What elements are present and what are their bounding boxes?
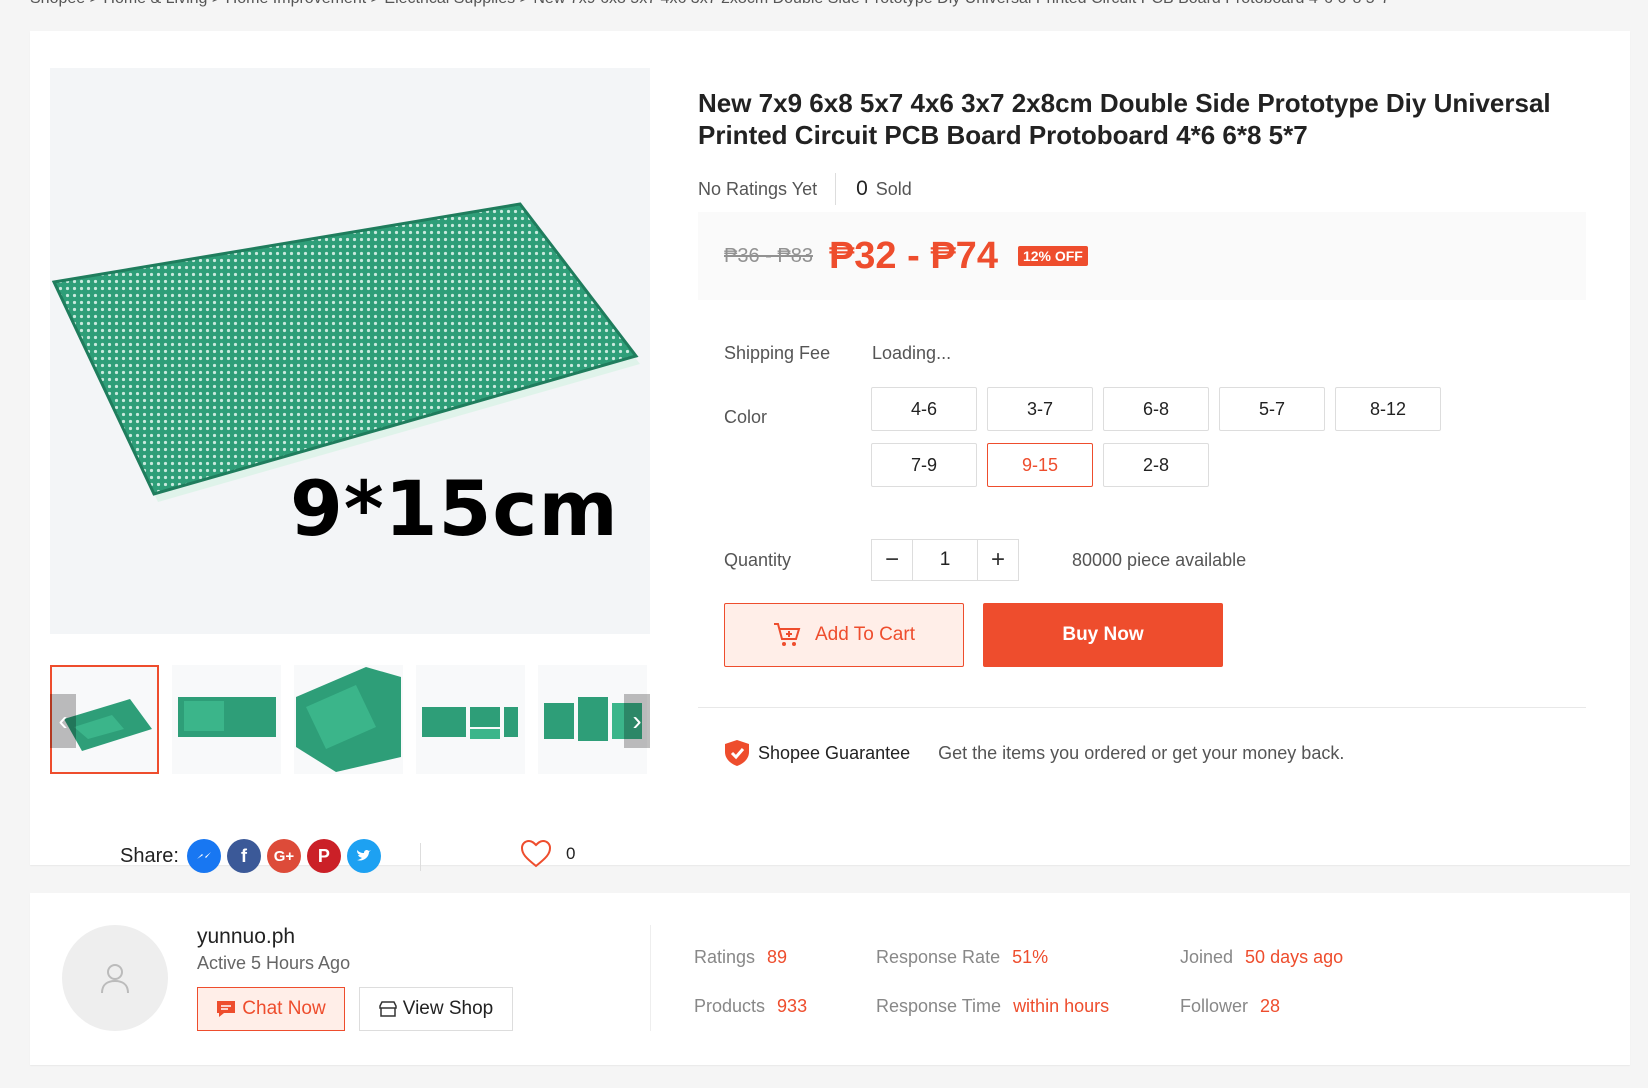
- stat-joined: Joined 50 days ago: [1180, 947, 1343, 968]
- product-card: 9*15cm ‹ › Share: f G+ P 0 New 7x9 6x8 5…: [30, 31, 1630, 873]
- current-price: ₱32 - ₱74: [828, 234, 998, 277]
- stat-response-time: Response Time within hours: [876, 996, 1109, 1017]
- user-icon: [101, 964, 129, 994]
- color-option-3-7[interactable]: 3-7: [987, 387, 1093, 431]
- stat-label: Follower: [1180, 996, 1249, 1016]
- color-option-6-8[interactable]: 6-8: [1103, 387, 1209, 431]
- cart-icon: [774, 623, 801, 646]
- quantity-decrease-button[interactable]: −: [872, 540, 912, 580]
- breadcrumb[interactable]: Shopee > Home & Living > Home Improvemen…: [30, 0, 1630, 8]
- stat-value: 28: [1260, 996, 1281, 1016]
- product-main-image[interactable]: 9*15cm: [50, 68, 650, 634]
- twitter-icon[interactable]: [346, 839, 381, 873]
- details-divider: [698, 707, 1586, 708]
- stock-available: 80000 piece available: [1072, 550, 1247, 570]
- share-label: Share:: [120, 844, 179, 867]
- chat-now-button[interactable]: Chat Now: [197, 987, 345, 1031]
- stat-products: Products 933: [694, 996, 807, 1017]
- guarantee-text: Get the items you ordered or get your mo…: [938, 742, 1345, 763]
- guarantee-title: Shopee Guarantee: [758, 742, 911, 763]
- sold-label: Sold: [875, 178, 912, 199]
- original-price: ₱36 - ₱83: [724, 244, 813, 267]
- rating-row: No Ratings Yet 0 Sold: [698, 173, 912, 205]
- stat-ratings: Ratings 89: [694, 947, 787, 968]
- discount-badge: 12% OFF: [1017, 246, 1088, 266]
- price-box: ₱36 - ₱83 ₱32 - ₱74 12% OFF: [698, 212, 1586, 300]
- stat-follower: Follower 28: [1180, 996, 1280, 1017]
- shop-divider: [650, 925, 651, 1031]
- add-to-cart-button[interactable]: Add To Cart: [724, 603, 964, 667]
- stat-response-rate: Response Rate 51%: [876, 947, 1048, 968]
- quantity-label: Quantity: [724, 550, 792, 570]
- add-to-cart-label: Add To Cart: [815, 624, 915, 645]
- thumbnail-board-image: [422, 707, 518, 739]
- thumbnail-4[interactable]: [416, 665, 525, 774]
- chat-icon: [217, 1001, 236, 1017]
- color-option-2-8[interactable]: 2-8: [1103, 443, 1209, 487]
- ratings-text: No Ratings Yet: [698, 173, 837, 205]
- stat-label: Response Rate: [876, 947, 1001, 967]
- thumbnail-3[interactable]: [294, 665, 403, 774]
- stat-value: 89: [767, 947, 788, 967]
- quantity-stepper: − 1 +: [871, 539, 1019, 581]
- google-plus-icon[interactable]: G+: [266, 839, 301, 873]
- shipping-label: Shipping Fee: [724, 343, 831, 363]
- stat-label: Ratings: [694, 947, 756, 967]
- product-title: New 7x9 6x8 5x7 4x6 3x7 2x8cm Double Sid…: [698, 88, 1551, 150]
- thumbnail-prev-arrow[interactable]: ‹: [50, 694, 76, 748]
- view-shop-label: View Shop: [402, 998, 494, 1019]
- quantity-increase-button[interactable]: +: [978, 540, 1018, 580]
- share-divider: [420, 843, 421, 871]
- main-image-size-label: 9*15cm: [290, 464, 619, 553]
- thumbnail-strip: [50, 665, 650, 775]
- buy-now-button[interactable]: Buy Now: [983, 603, 1223, 667]
- shield-icon: [725, 740, 749, 766]
- thumbnail-board-image: [296, 667, 401, 772]
- thumbnail-2[interactable]: [172, 665, 281, 774]
- like-count: 0: [566, 844, 576, 863]
- color-option-5-7[interactable]: 5-7: [1219, 387, 1325, 431]
- facebook-icon[interactable]: f: [226, 839, 261, 873]
- stat-value: within hours: [1013, 996, 1110, 1016]
- chat-now-label: Chat Now: [242, 998, 326, 1019]
- stat-value: 933: [777, 996, 808, 1016]
- quantity-input[interactable]: 1: [912, 540, 978, 580]
- color-option-4-6[interactable]: 4-6: [871, 387, 977, 431]
- like-row: 0: [520, 839, 575, 869]
- sold-count: 0: [856, 177, 868, 200]
- stat-value: 51%: [1012, 947, 1049, 967]
- thumbnail-next-arrow[interactable]: ›: [624, 694, 650, 748]
- color-option-7-9[interactable]: 7-9: [871, 443, 977, 487]
- stat-label: Response Time: [876, 996, 1002, 1016]
- shop-active-status: Active 5 Hours Ago: [197, 953, 351, 973]
- shop-card: yunnuo.ph Active 5 Hours Ago Chat Now Vi…: [30, 893, 1630, 1065]
- stat-label: Products: [694, 996, 766, 1016]
- pinterest-icon[interactable]: P: [306, 839, 341, 873]
- thumbnail-board-image: [178, 697, 276, 737]
- avatar[interactable]: [62, 925, 168, 1031]
- stat-label: Joined: [1180, 947, 1234, 967]
- stat-value: 50 days ago: [1245, 947, 1344, 967]
- heart-icon[interactable]: [520, 839, 552, 869]
- guarantee-row[interactable]: Shopee Guarantee Get the items you order…: [724, 739, 1344, 767]
- shop-icon: [379, 1001, 397, 1017]
- share-row: Share: f G+ P: [120, 839, 387, 873]
- color-option-9-15[interactable]: 9-15: [987, 443, 1093, 487]
- view-shop-button[interactable]: View Shop: [359, 987, 513, 1031]
- color-label: Color: [724, 407, 768, 427]
- shop-name[interactable]: yunnuo.ph: [197, 925, 295, 949]
- messenger-icon[interactable]: [186, 839, 221, 873]
- color-option-8-12[interactable]: 8-12: [1335, 387, 1441, 431]
- shipping-value: Loading...: [872, 343, 952, 363]
